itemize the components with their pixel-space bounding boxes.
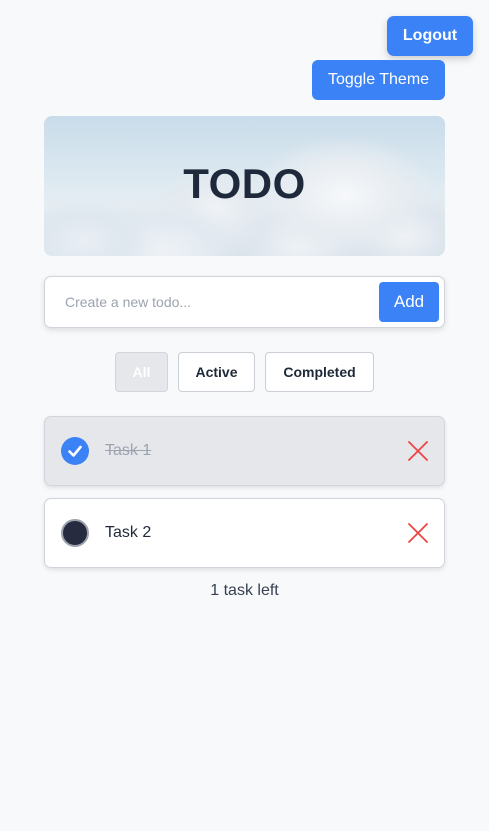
task-checkbox[interactable]	[61, 519, 89, 547]
add-button[interactable]: Add	[379, 282, 439, 322]
toggle-theme-button[interactable]: Toggle Theme	[312, 60, 445, 100]
app-title: TODO	[183, 160, 306, 207]
new-todo-input[interactable]	[57, 285, 383, 319]
close-icon[interactable]	[407, 522, 429, 544]
task-item: Task 1	[44, 416, 445, 486]
logout-button[interactable]: Logout	[387, 16, 473, 56]
task-item: Task 2	[44, 498, 445, 568]
task-title: Task 2	[105, 524, 152, 541]
new-todo-form: Add	[44, 276, 445, 328]
hero-banner: TODO	[44, 116, 445, 256]
tasks-left-count: 1 task left	[210, 582, 279, 599]
task-title: Task 1	[105, 442, 152, 459]
filter-active-button[interactable]: Active	[178, 352, 255, 392]
filter-completed-button[interactable]: Completed	[265, 352, 374, 392]
close-icon[interactable]	[407, 440, 429, 462]
check-icon	[68, 445, 82, 457]
task-checkbox[interactable]	[61, 437, 89, 465]
filter-all-button[interactable]: All	[115, 352, 168, 392]
